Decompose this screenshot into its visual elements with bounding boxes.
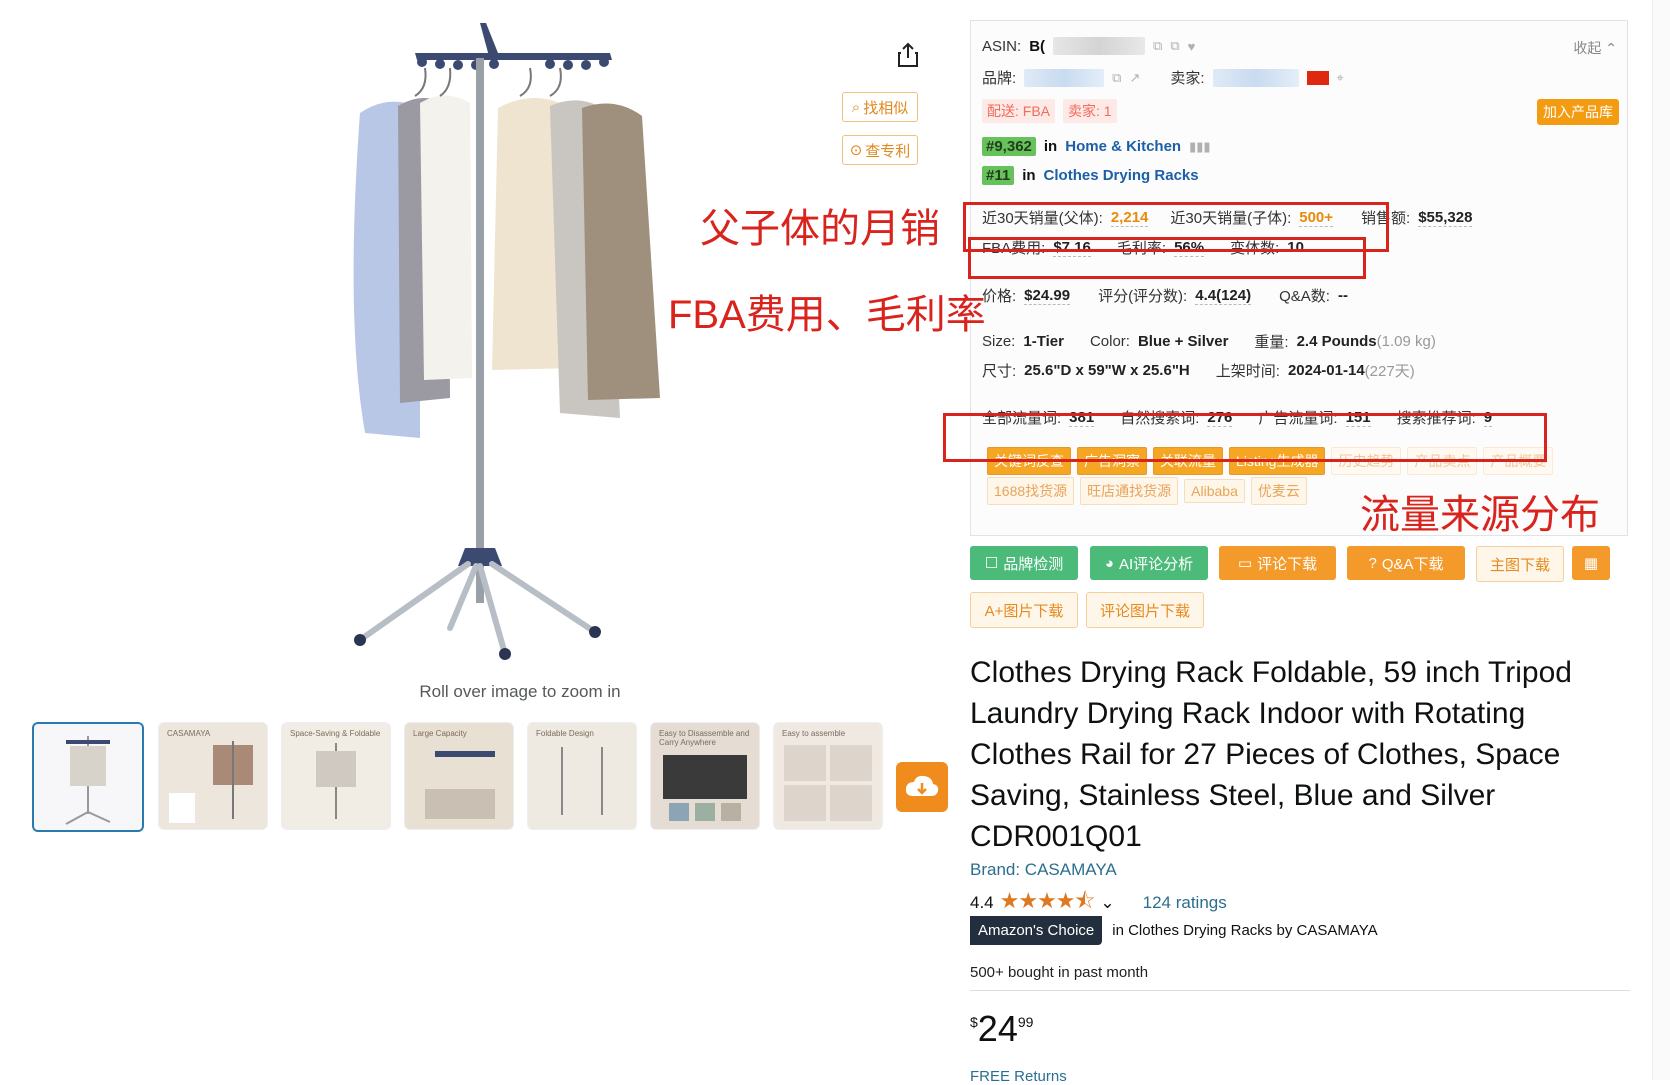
right-edge-sidebar (1652, 0, 1670, 1080)
search-icon: ⌕ (851, 98, 861, 116)
annotation-traffic-source: 流量来源分布 (1360, 493, 1600, 537)
heart-icon[interactable]: ♥ (1188, 39, 1196, 54)
qa-label: Q&A数: (1279, 288, 1330, 305)
amazons-choice-row: Amazon's Choice in Clothes Drying Racks … (970, 916, 1378, 945)
asin-value: B( (1029, 37, 1046, 55)
pie-chart-icon: ◕ (1104, 554, 1114, 572)
brand-check-button[interactable]: ☐ 品牌检测 (970, 546, 1078, 580)
copy-icon[interactable]: ⧉ (1112, 70, 1121, 86)
asin-label: ASIN: (982, 37, 1022, 55)
rank-badge-sub: #11 (982, 166, 1015, 185)
main-image-download-button[interactable]: 主图下载 (1476, 546, 1564, 582)
seller-mask (1212, 68, 1299, 87)
ai-review-analysis-button[interactable]: ◕ AI评论分析 (1090, 546, 1208, 580)
chevron-up-icon: ⌃ (1605, 40, 1617, 56)
price-value: $24.99 (1024, 286, 1071, 305)
color-label: Color: (1089, 333, 1130, 350)
highlight-box-traffic (943, 413, 1547, 462)
check-patent-button[interactable]: ⊙ 查专利 (842, 135, 918, 165)
dimensions-value: 25.6"D x 59"W x 25.6"H (1024, 362, 1190, 379)
listed-date-value: 2024-01-14 (1287, 362, 1365, 379)
find-similar-button[interactable]: ⌕ 找相似 (842, 92, 918, 122)
collapse-button[interactable]: 收起 ⌃ (1573, 38, 1617, 58)
annotation-parent-child-sales: 父子体的月销 (700, 207, 940, 251)
main-product-image[interactable] (320, 18, 700, 673)
cloud-download-icon[interactable] (896, 762, 948, 812)
tag-youmaiyun[interactable]: 优麦云 (1250, 477, 1307, 505)
thumbnail-6[interactable]: Easy to Disassemble and Carry Anywhere (650, 722, 760, 830)
delivery-tag: 配送: FBA (982, 99, 1056, 123)
brand-mask (1024, 68, 1105, 87)
weight-label: 重量: (1254, 334, 1289, 351)
revenue-value: $55,328 (1418, 208, 1473, 227)
add-to-library-button[interactable]: 加入产品库 (1537, 99, 1619, 125)
review-download-button[interactable]: ▭ 评论下载 (1219, 546, 1336, 580)
amazons-choice-context[interactable]: in Clothes Drying Racks by CASAMAYA (1112, 922, 1377, 939)
tag-wdt-source[interactable]: 旺店通找货源 (1080, 477, 1179, 505)
size-value: 1-Tier (1023, 333, 1064, 350)
question-icon: ? (1368, 554, 1377, 572)
bought-past-month: 500+ bought in past month (970, 964, 1149, 981)
divider (970, 990, 1630, 991)
seller-label: 卖家: (1170, 70, 1205, 87)
location-icon[interactable]: ⌖ (1337, 70, 1344, 86)
dimensions-label: 尺寸: (982, 363, 1017, 380)
zoom-hint: Roll over image to zoom in (419, 682, 621, 701)
brand-link[interactable]: Brand: CASAMAYA (970, 860, 1117, 880)
rating-value: 4.4(124) (1195, 286, 1252, 305)
product-price: $ 24 99 (970, 1008, 1034, 1049)
rank-subcategory-link[interactable]: Clothes Drying Racks (1044, 167, 1199, 184)
aplus-image-download-button[interactable]: A+图片下载 (970, 592, 1078, 628)
comment-icon: ▭ (1237, 555, 1253, 572)
thumbnail-2[interactable]: CASAMAYA (158, 722, 268, 830)
color-value: Blue + Silver (1137, 333, 1229, 350)
annotation-fba-margin: FBA费用、毛利率 (668, 293, 986, 337)
thumbnail-5[interactable]: Foldable Design (527, 722, 637, 830)
weight-value: 2.4 Pounds (1296, 333, 1377, 350)
copy-link-icon[interactable]: ⧉ (1170, 38, 1179, 54)
listed-days: (227天) (1364, 363, 1415, 380)
ratings-count-link[interactable]: 124 ratings (1143, 893, 1227, 913)
qa-download-button[interactable]: ? Q&A下载 (1347, 546, 1465, 580)
rank-in-text: in (1022, 167, 1036, 184)
tag-1688-source[interactable]: 1688找货源 (987, 477, 1075, 505)
copy-icon[interactable]: ⧉ (1153, 38, 1162, 54)
rank-badge-main: #9,362 (982, 137, 1036, 156)
product-title: Clothes Drying Rack Foldable, 59 inch Tr… (970, 656, 1572, 853)
rank-category-link[interactable]: Home & Kitchen (1065, 138, 1181, 155)
price-label: 价格: (982, 288, 1017, 305)
qa-value: -- (1337, 287, 1348, 304)
rating-number: 4.4 (970, 893, 994, 912)
review-image-download-button[interactable]: 评论图片下载 (1086, 592, 1204, 628)
seller-count-tag: 卖家: 1 (1063, 99, 1117, 123)
thumbnail-7[interactable]: Easy to assemble (773, 722, 883, 830)
thumbnail-3[interactable]: Space-Saving & Foldable (281, 722, 391, 830)
asin-mask (1053, 37, 1146, 55)
external-link-icon[interactable]: ↗ (1129, 70, 1140, 86)
amazons-choice-badge: Amazon's Choice (970, 916, 1103, 945)
listed-date-label: 上架时间: (1215, 363, 1280, 380)
rating-label: 评分(评分数): (1098, 288, 1188, 305)
china-flag-icon (1306, 70, 1329, 85)
chevron-down-icon[interactable]: ⌄ (1100, 893, 1114, 913)
size-label: Size: (982, 333, 1016, 350)
tag-alibaba[interactable]: Alibaba (1184, 479, 1245, 503)
square-icon: ☐ (984, 555, 999, 572)
bar-chart-icon[interactable]: ▮▮▮ (1189, 139, 1210, 155)
thumbnail-4[interactable]: Large Capacity (404, 722, 514, 830)
calculator-icon[interactable]: ▦ (1572, 546, 1610, 580)
brand-label: 品牌: (982, 70, 1017, 87)
weight-kg: (1.09 kg) (1376, 333, 1436, 350)
highlight-box-fba (968, 237, 1366, 279)
patent-icon: ⊙ (849, 142, 863, 159)
rank-in-text: in (1043, 138, 1058, 155)
share-icon[interactable] (893, 40, 923, 70)
free-returns-link[interactable]: FREE Returns (970, 1068, 1067, 1085)
thumbnail-1[interactable] (32, 722, 144, 832)
